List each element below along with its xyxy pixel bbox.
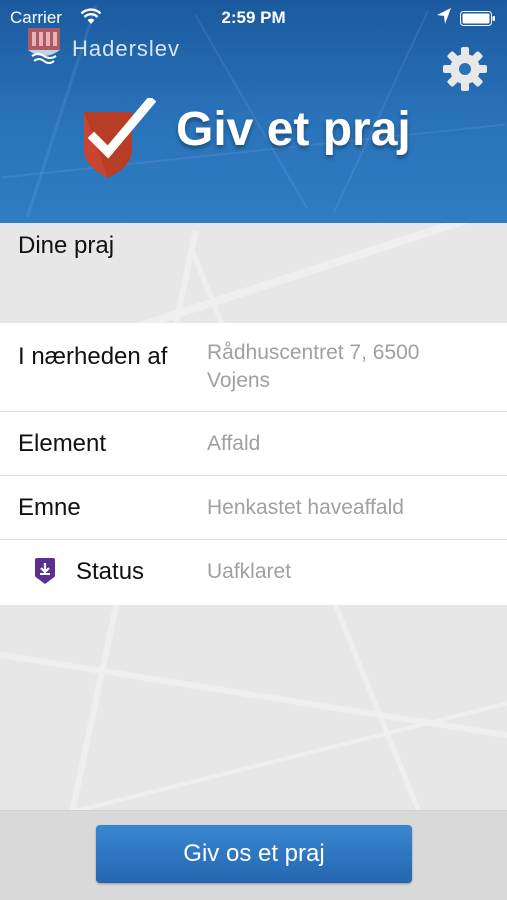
haderslev-crest-icon (24, 26, 64, 68)
element-label: Element (18, 430, 107, 457)
status-value: Uafklaret (207, 560, 292, 583)
near-value: Rådhuscentret 7, 6500 Vojens (207, 341, 420, 392)
map-decoration (0, 646, 507, 746)
give-praj-button[interactable]: Giv os et praj (96, 825, 412, 883)
row-near[interactable]: I nærheden af Rådhuscentret 7, 6500 Voje… (0, 323, 507, 412)
details-card: I nærheden af Rådhuscentret 7, 6500 Voje… (0, 323, 507, 605)
header: Carrier 2:59 PM Haderslev Giv et praj (0, 0, 507, 223)
section-title: Dine praj (18, 232, 115, 259)
brand-name: Haderslev (72, 36, 181, 61)
gear-icon (440, 47, 490, 98)
topic-value: Henkastet haveaffald (207, 496, 404, 519)
battery-icon (460, 11, 496, 26)
app-title: Giv et praj (176, 103, 411, 156)
status-label: Status (76, 558, 145, 585)
clock-label: 2:59 PM (221, 8, 286, 27)
status-pin-icon (34, 558, 56, 584)
location-arrow-icon (436, 7, 452, 30)
app-screen: Carrier 2:59 PM Haderslev Giv et praj Di… (0, 0, 507, 900)
row-status[interactable]: Status Uafklaret (0, 540, 507, 605)
row-element[interactable]: Element Affald (0, 412, 507, 476)
topic-label: Emne (18, 494, 81, 521)
checkmark-shield-icon (80, 95, 157, 180)
settings-button[interactable] (440, 44, 490, 94)
status-bar: Carrier 2:59 PM (0, 0, 507, 36)
row-topic[interactable]: Emne Henkastet haveaffald (0, 476, 507, 540)
near-label: I nærheden af (18, 343, 168, 370)
element-value: Affald (207, 432, 261, 455)
